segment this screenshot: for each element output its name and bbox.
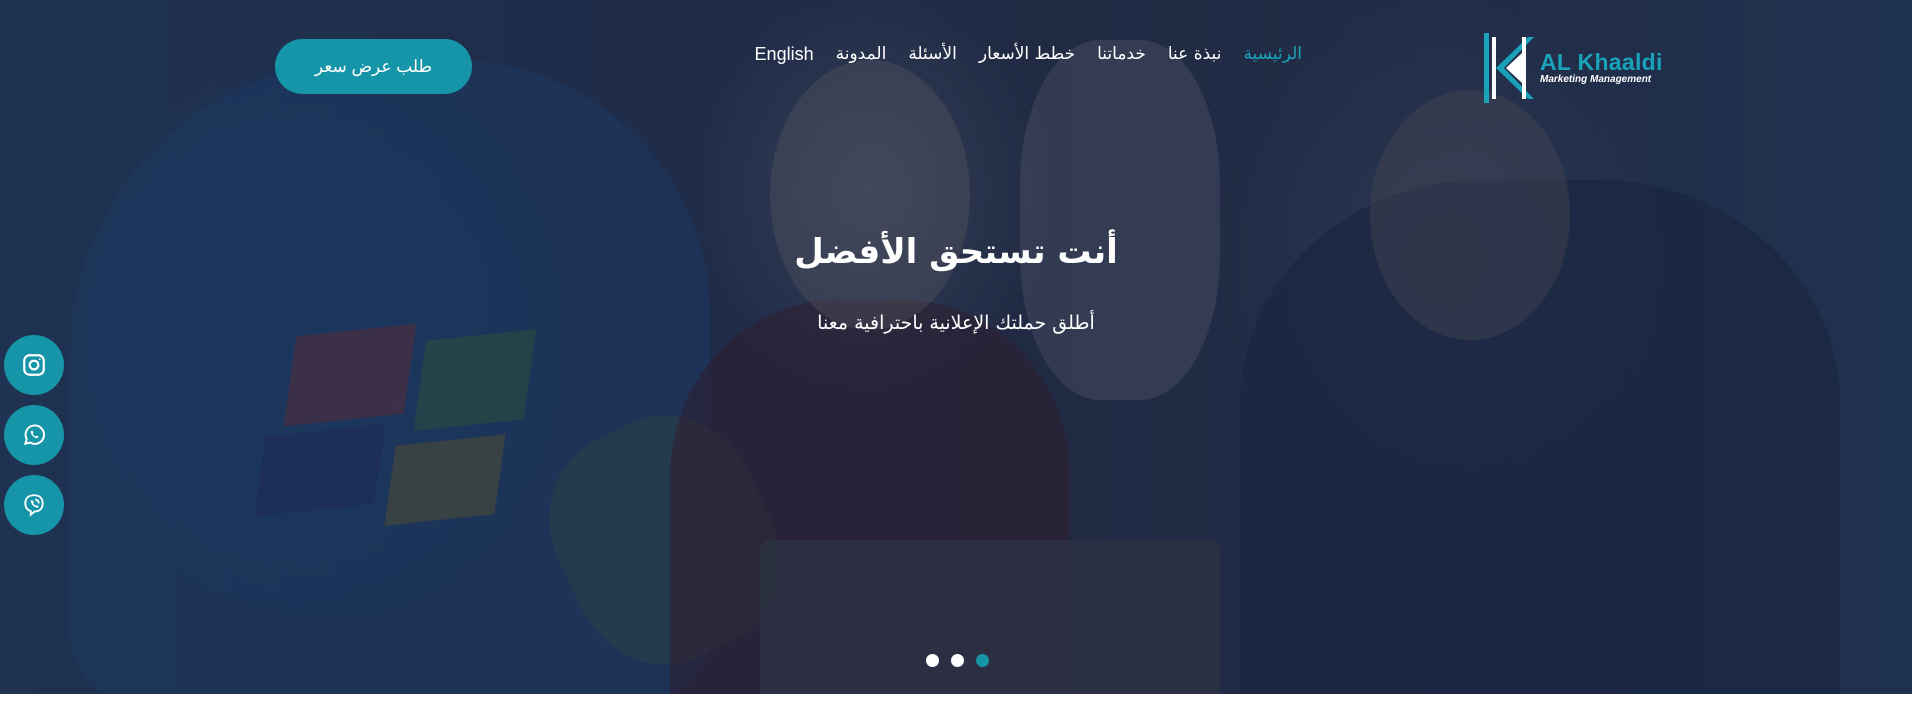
nav-item-blog[interactable]: المدونة <box>836 44 887 64</box>
language-switch-link[interactable]: English <box>755 44 814 65</box>
request-quote-button[interactable]: طلب عرض سعر <box>275 39 472 94</box>
viber-button[interactable] <box>4 475 64 535</box>
viber-icon <box>24 494 44 517</box>
instagram-button[interactable] <box>4 335 64 395</box>
nav-item-about[interactable]: نبذة عنا <box>1168 44 1222 64</box>
instagram-icon <box>23 354 45 376</box>
hero-section: AL Khaaldi Marketing Management الرئيسية… <box>0 0 1912 694</box>
logo-mark-icon <box>1484 33 1534 103</box>
whatsapp-icon <box>23 424 45 445</box>
slider-dot-3[interactable] <box>926 654 939 667</box>
slider-dots <box>926 654 989 667</box>
nav-item-pricing[interactable]: خطط الأسعار <box>979 44 1075 64</box>
whatsapp-button[interactable] <box>4 405 64 465</box>
main-nav: الرئيسية نبذة عنا خدماتنا خطط الأسعار ال… <box>727 42 1302 66</box>
hero-title: أنت تستحق الأفضل <box>794 232 1118 272</box>
site-logo[interactable]: AL Khaaldi Marketing Management <box>1484 30 1674 106</box>
nav-item-services[interactable]: خدماتنا <box>1097 44 1146 64</box>
nav-item-home[interactable]: الرئيسية <box>1243 44 1302 64</box>
hero-subtitle: أطلق حملتك الإعلانية باحترافية معنا <box>817 312 1095 334</box>
logo-name: AL Khaaldi <box>1540 49 1663 75</box>
nav-item-faq[interactable]: الأسئلة <box>908 44 957 64</box>
slider-dot-2[interactable] <box>951 654 964 667</box>
slider-dot-1[interactable] <box>976 654 989 667</box>
logo-tagline: Marketing Management <box>1540 74 1652 85</box>
social-floating-bar <box>4 335 64 535</box>
